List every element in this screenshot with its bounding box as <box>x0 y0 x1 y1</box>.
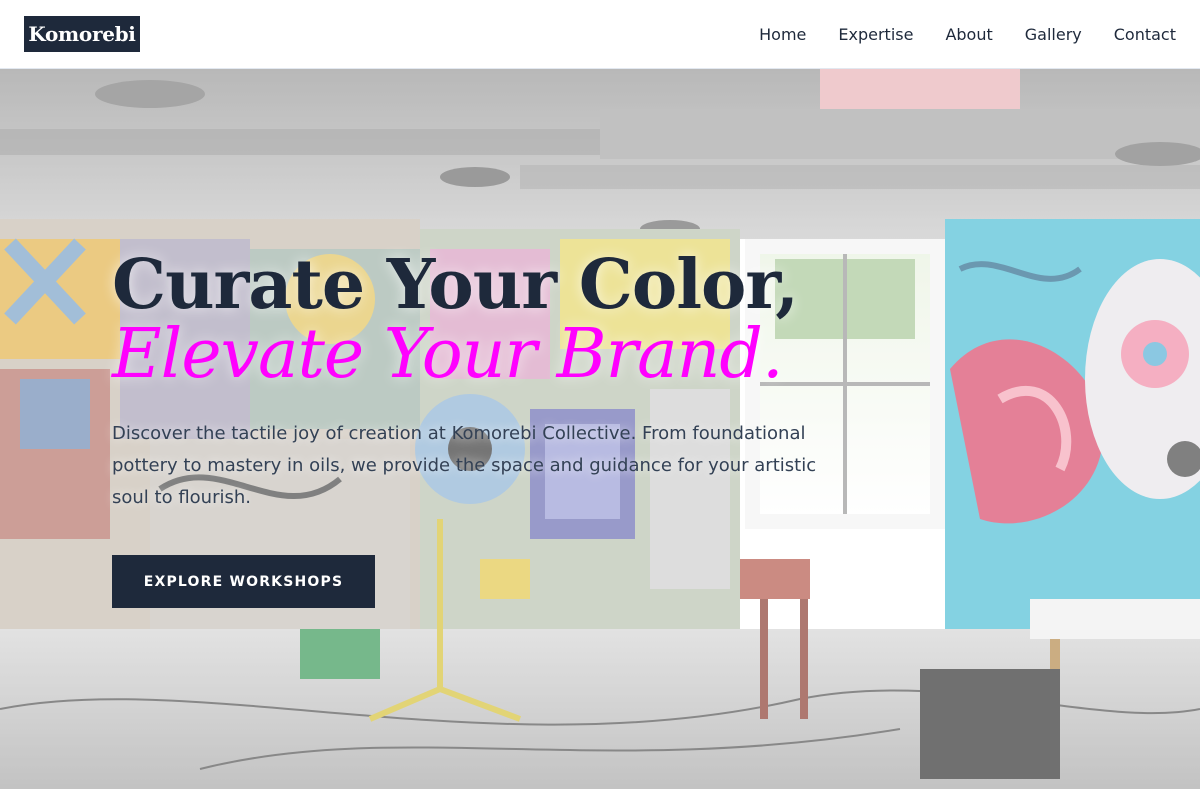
hero-headline: Curate Your Color, <box>112 245 799 325</box>
site-header: Komorebi Home Expertise About Gallery Co… <box>0 0 1200 69</box>
main-nav: Home Expertise About Gallery Contact <box>759 0 1176 69</box>
explore-workshops-button[interactable]: EXPLORE WORKSHOPS <box>112 555 375 608</box>
nav-link-gallery[interactable]: Gallery <box>1025 25 1082 44</box>
hero-headline-accent: Elevate Your Brand. <box>112 315 784 394</box>
logo[interactable]: Komorebi <box>24 16 140 52</box>
page-bottom-strip <box>0 789 1200 800</box>
nav-link-about[interactable]: About <box>945 25 992 44</box>
nav-link-home[interactable]: Home <box>759 25 806 44</box>
hero-lead-paragraph: Discover the tactile joy of creation at … <box>112 423 817 508</box>
hero-section: Curate Your Color, Elevate Your Brand. D… <box>0 69 1200 789</box>
nav-link-contact[interactable]: Contact <box>1114 25 1176 44</box>
nav-link-expertise[interactable]: Expertise <box>838 25 913 44</box>
